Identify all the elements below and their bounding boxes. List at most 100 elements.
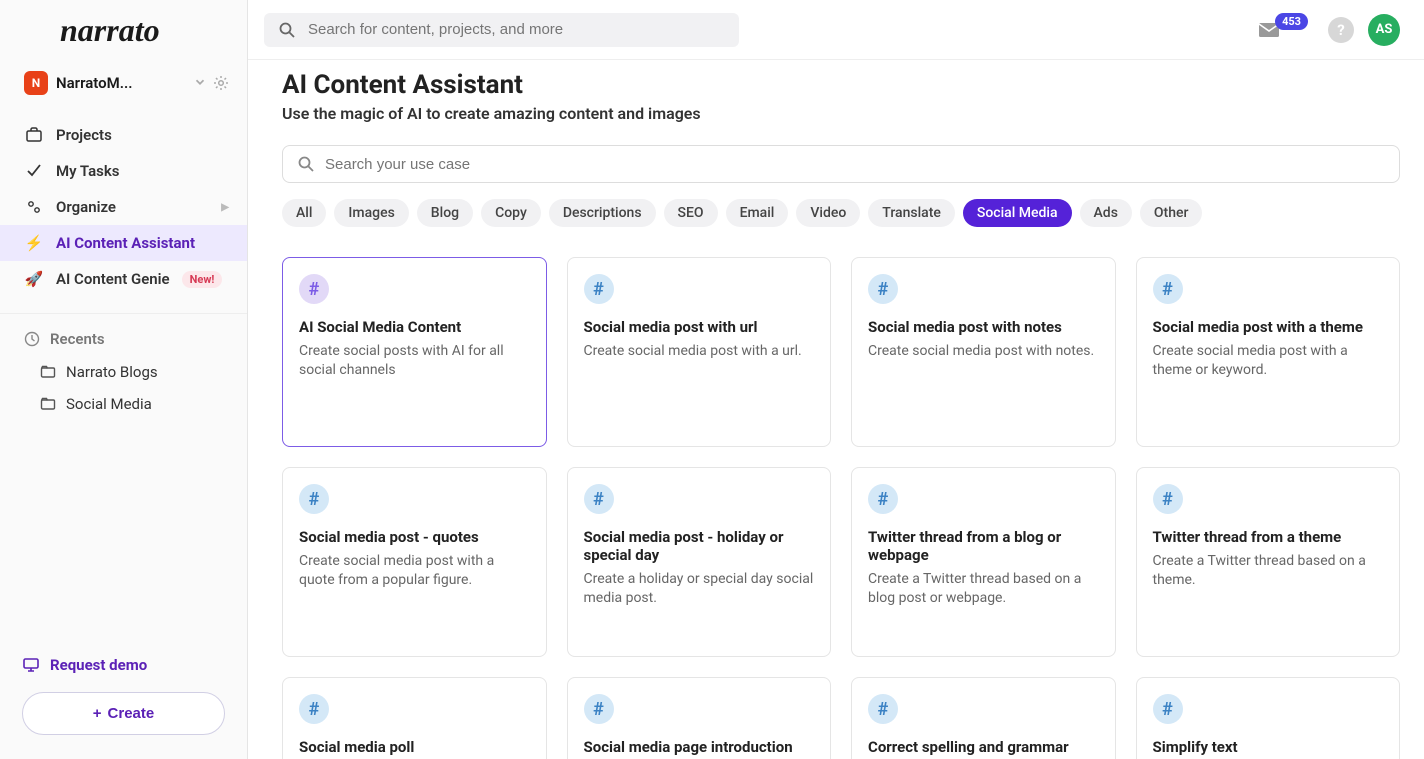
- card-title: Social media post - holiday or special d…: [584, 528, 815, 564]
- card-description: Create a Twitter thread based on a theme…: [1153, 552, 1384, 590]
- usecase-card[interactable]: #Twitter thread from a themeCreate a Twi…: [1136, 467, 1401, 657]
- filter-chip-translate[interactable]: Translate: [868, 199, 955, 227]
- request-demo-label: Request demo: [50, 656, 147, 674]
- filter-chips: All Images Blog Copy Descriptions SEO EmailVid…: [282, 199, 1400, 227]
- page-title: AI Content Assistant: [282, 70, 1400, 100]
- sidebar-item-projects[interactable]: Projects: [0, 117, 247, 153]
- usecase-card[interactable]: # Simplify text: [1136, 677, 1401, 759]
- sidebar-item-label: My Tasks: [56, 162, 120, 180]
- hash-icon: #: [1153, 484, 1183, 514]
- sidebar-item-my-tasks[interactable]: My Tasks: [0, 153, 247, 189]
- card-description: Create social media post with a quote fr…: [299, 552, 530, 590]
- lightning-icon: ⚡: [24, 234, 44, 252]
- request-demo-link[interactable]: Request demo: [22, 648, 225, 692]
- filter-chip-all[interactable]: All: [282, 199, 326, 227]
- hash-icon: #: [299, 694, 329, 724]
- filter-chip-seo[interactable]: SEO: [664, 199, 718, 227]
- sidebar-item-ai-content-genie[interactable]: 🚀 AI Content Genie New!: [0, 261, 247, 297]
- page-subtitle: Use the magic of AI to create amazing co…: [282, 104, 1400, 123]
- hash-icon: #: [299, 274, 329, 304]
- card-description: Create social posts with AI for all soci…: [299, 342, 530, 380]
- sidebar-item-label: AI Content Assistant: [56, 234, 195, 252]
- divider: [0, 313, 247, 314]
- hash-icon: #: [584, 274, 614, 304]
- sidebar-item-organize[interactable]: Organize ▶: [0, 189, 247, 225]
- card-title: Twitter thread from a blog or webpage: [868, 528, 1099, 564]
- sidebar-item-ai-content-assistant[interactable]: ⚡ AI Content Assistant: [0, 225, 247, 261]
- filter-chip-blog[interactable]: Blog: [417, 199, 473, 227]
- usecase-card[interactable]: # Social media post with a theme Create so…: [1136, 257, 1401, 447]
- hash-icon: #: [584, 484, 614, 514]
- sidebar-item-label: Projects: [56, 126, 112, 144]
- usecase-card[interactable]: # Social media post - holiday or special …: [567, 467, 832, 657]
- usecase-search[interactable]: [282, 145, 1400, 183]
- hash-icon: #: [299, 484, 329, 514]
- card-title: Simplify text: [1153, 738, 1384, 756]
- global-search[interactable]: [264, 13, 739, 47]
- gear-icon[interactable]: [213, 75, 229, 91]
- hash-icon: #: [868, 484, 898, 514]
- hash-icon: #: [584, 694, 614, 724]
- hash-icon: #: [1153, 274, 1183, 304]
- card-title: Social media page introduction: [584, 738, 815, 756]
- hash-icon: #: [1153, 694, 1183, 724]
- usecase-card[interactable]: # Social media page introduction: [567, 677, 832, 759]
- workspace-badge: N: [24, 71, 48, 95]
- rocket-icon: 🚀: [24, 270, 44, 288]
- help-button[interactable]: ?: [1328, 17, 1354, 43]
- chevron-right-icon: ▶: [221, 202, 229, 213]
- recents-section: Recents: [0, 322, 247, 356]
- card-title: Social media post with url: [584, 318, 815, 336]
- card-description: Create social media post with a theme or…: [1153, 342, 1384, 380]
- card-title: Social media post - quotes: [299, 528, 530, 546]
- briefcase-icon: [24, 126, 44, 144]
- recent-item-label: Narrato Blogs: [66, 363, 158, 381]
- filter-chip-descriptions[interactable]: Descriptions: [549, 199, 656, 227]
- logo[interactable]: narrato: [0, 0, 247, 61]
- usecase-card[interactable]: #Social media post with notesCreate soci…: [851, 257, 1116, 447]
- filter-chip-ads[interactable]: Ads: [1080, 199, 1132, 227]
- search-icon: [278, 21, 296, 39]
- hash-icon: #: [868, 274, 898, 304]
- workspace-switcher[interactable]: N NarratoM...: [0, 61, 247, 109]
- usecase-card[interactable]: #AI Social Media ContentCreate social po…: [282, 257, 547, 447]
- folder-icon: [40, 396, 56, 412]
- filter-chip-other[interactable]: Other: [1140, 199, 1203, 227]
- usecase-card[interactable]: #Twitter thread from a blog or webpageCr…: [851, 467, 1116, 657]
- usecase-search-input[interactable]: [325, 156, 1385, 173]
- sidebar-item-label: AI Content Genie: [56, 270, 170, 288]
- workspace-name: NarratoM...: [56, 74, 185, 92]
- recents-label: Recents: [50, 330, 105, 348]
- usecase-card[interactable]: #Social media post with urlCreate social…: [567, 257, 832, 447]
- new-badge: New!: [182, 271, 223, 288]
- usecase-card[interactable]: # Correct spelling and grammar: [851, 677, 1116, 759]
- recent-item[interactable]: Social Media: [0, 388, 247, 420]
- recent-item[interactable]: Narrato Blogs: [0, 356, 247, 388]
- global-search-input[interactable]: [308, 21, 725, 38]
- create-button[interactable]: + Create: [22, 692, 225, 735]
- filter-chip-email[interactable]: Email: [726, 199, 789, 227]
- filter-chip-social-media[interactable]: Social Media: [963, 199, 1072, 227]
- recent-item-label: Social Media: [66, 395, 152, 413]
- create-label: Create: [108, 705, 155, 722]
- filter-chip-copy[interactable]: Copy: [481, 199, 541, 227]
- sidebar-item-label: Organize: [56, 198, 116, 216]
- card-title: Social media post with notes: [868, 318, 1099, 336]
- filter-chip-video[interactable]: Video: [796, 199, 860, 227]
- hash-icon: #: [868, 694, 898, 724]
- card-title: Social media poll: [299, 738, 530, 756]
- usecase-card[interactable]: # Social media post - quotes Create social…: [282, 467, 547, 657]
- folder-icon: [40, 364, 56, 380]
- monitor-icon: [22, 656, 40, 674]
- topbar: 453 ? AS: [248, 0, 1424, 60]
- filter-chip-images[interactable]: Images: [334, 199, 408, 227]
- usecase-card[interactable]: # Social media poll: [282, 677, 547, 759]
- nav: Projects My Tasks Organize ▶ ⚡ AI Conten…: [0, 109, 247, 305]
- card-title: Social media post with a theme: [1153, 318, 1384, 336]
- check-icon: [24, 162, 44, 180]
- notifications[interactable]: 453: [1257, 20, 1314, 40]
- avatar[interactable]: AS: [1368, 14, 1400, 46]
- chevron-down-icon[interactable]: [193, 75, 207, 91]
- sidebar: narrato N NarratoM... Projects My Tasks …: [0, 0, 248, 759]
- card-title: Correct spelling and grammar: [868, 738, 1099, 756]
